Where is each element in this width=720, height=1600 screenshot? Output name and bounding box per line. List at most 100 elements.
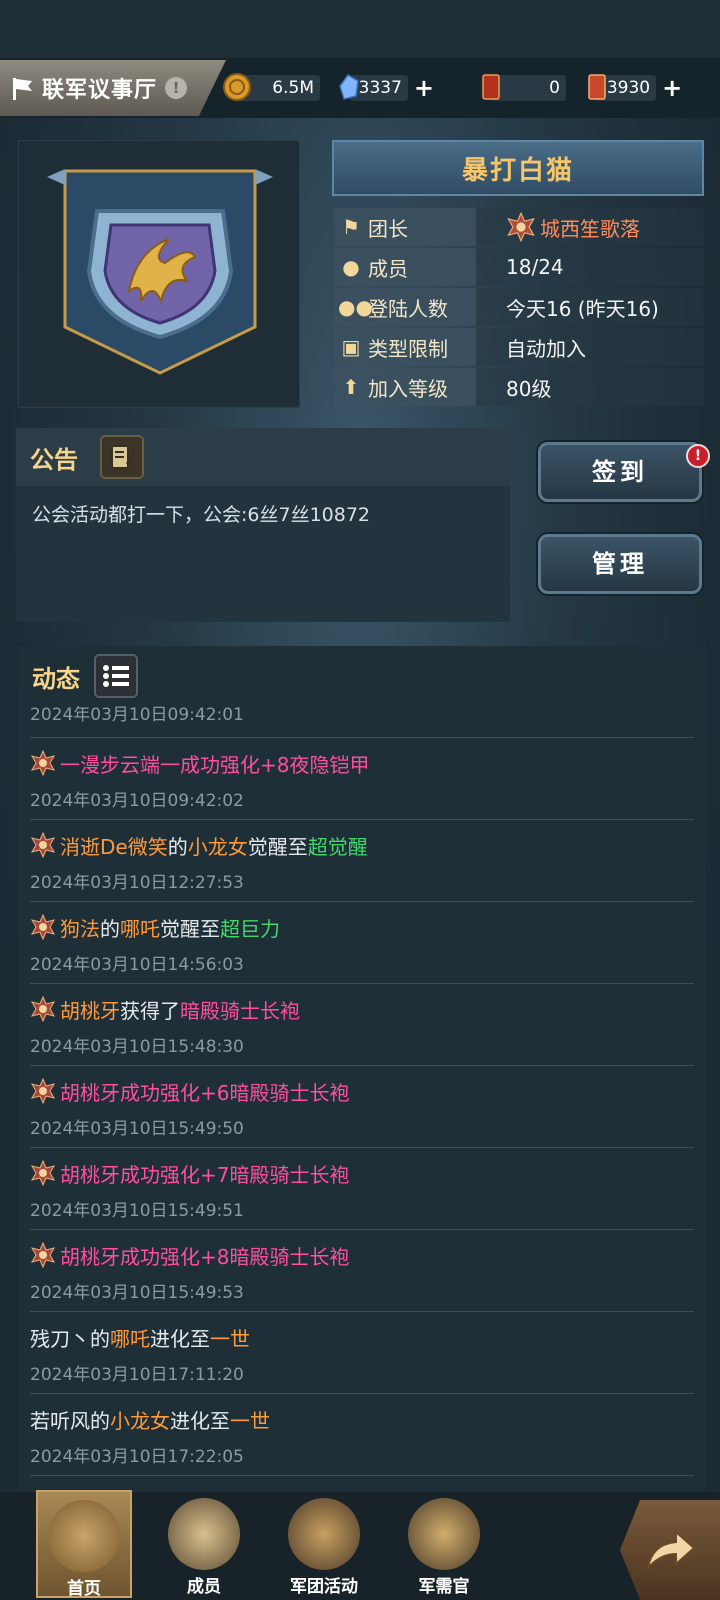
info-row-logins: ●● 登陆人数 今天16 (昨天16) [334,288,704,326]
manage-button[interactable]: 管理 [538,534,702,594]
leader-medal-icon [507,212,535,242]
feed-text-part: 超巨力 [220,916,280,941]
feed-message: 胡桃牙 获得了 暗殿骑士长袍 [30,994,694,1024]
feed-timestamp: 2024年03月10日15:48:30 [30,1037,244,1057]
feed-item: 若听风的 小龙女 进化至 一世 2024年03月10日17:22:05 [30,1394,694,1476]
feed-timestamp: 2024年03月10日15:49:51 [30,1201,244,1221]
rank-medal-icon [30,996,56,1022]
guild-emblem-icon [47,169,273,375]
feed-text-part: +7暗殿骑士长袍 [200,1162,350,1187]
resource-gold: 6.5M [223,73,320,102]
info-label: 加入等级 [368,376,448,401]
info-label: 类型限制 [368,336,448,361]
feed-text-part: 残刀丶的 [30,1326,110,1351]
activity-feed-panel[interactable]: 一漫步云端一成功强化+7夜隐铠甲2024年03月10日09:42:01一漫步云端… [18,646,706,1492]
star-badge-icon [288,1498,360,1570]
flag-icon: ⚑ [342,215,360,239]
guild-name: 暴打白猫 [461,155,574,186]
list-icon[interactable] [94,654,138,698]
arrow-up-icon: ⬆ [342,375,360,399]
people-icon: ●● [338,295,373,319]
notice-text: 公会活动都打一下，公会:6丝7丝10872 [32,504,371,526]
edit-notice-icon[interactable] [100,435,144,479]
leader-name[interactable]: 城西笙歌落 [506,212,640,242]
feed-text-part: 胡桃牙成功强化 [60,1162,200,1187]
nav-home[interactable]: 首页 [36,1490,132,1599]
leader-name-text: 城西笙歌落 [540,216,640,241]
feed-timestamp: 2024年03月10日15:49:50 [30,1119,244,1139]
feed-item: 胡桃牙成功强化 +7暗殿骑士长袍 2024年03月10日15:49:51 [30,1148,694,1230]
rank-medal-icon [30,1242,56,1268]
feed-item: 胡桃牙成功强化 +6暗殿骑士长袍 2024年03月10日15:49:50 [30,1066,694,1148]
page-title: 联军议事厅 [42,78,158,103]
resource-crystal: 3337 + [339,74,434,102]
info-value: 80级 [506,376,552,401]
red-card-icon [482,74,500,100]
notice-header: 公告 [16,428,510,486]
feed-timestamp: 2024年03月10日12:27:53 [30,873,244,893]
activity-feed-list[interactable]: 一漫步云端一成功强化+7夜隐铠甲2024年03月10日09:42:01一漫步云端… [30,674,694,1476]
resource-card-red: 0 [482,74,566,102]
rank-medal-icon [30,832,56,858]
feed-text-part: 胡桃牙 [60,998,120,1023]
feed-item: 胡桃牙成功强化 +8暗殿骑士长袍 2024年03月10日15:49:53 [30,1230,694,1312]
resource-card-red-value: 0 [549,78,560,98]
feed-message: 残刀丶的 哪吒 进化至 一世 [30,1322,694,1352]
notice-panel: 公告 公会活动都打一下，公会:6丝7丝10872 [16,428,510,622]
gold-coin-icon [223,73,251,101]
feed-text-part: 小龙女 [110,1408,170,1433]
feed-text-part: +6暗殿骑士长袍 [200,1080,350,1105]
feed-text-part: 觉醒至 [247,834,308,859]
feed-text-part: 获得了 [120,998,180,1023]
notice-title: 公告 [30,445,78,474]
info-warning-icon[interactable]: ! [165,77,188,99]
nav-label: 军团活动 [290,1577,358,1597]
feed-message: 消逝De微笑的小龙女 觉醒至 超觉醒 [30,830,694,860]
feed-text-part: +8夜隐铠甲 [260,752,370,777]
feed-text-part: 哪吒 [110,1326,150,1351]
feed-message: 若听风的 小龙女 进化至 一世 [30,1404,694,1434]
info-row-level: ⬆ 加入等级 80级 [334,368,704,406]
feed-text-part: 进化至 [150,1326,210,1351]
feed-text-part: 胡桃牙成功强化 [60,1080,200,1105]
feed-text-part: +8暗殿骑士长袍 [200,1244,350,1269]
feed-text-part: 哪吒 [120,916,160,941]
feed-text-part: 一漫步云端一成功强化 [60,752,260,777]
feed-text-part: 一世 [210,1326,250,1351]
feed-timestamp: 2024年03月10日17:11:20 [30,1365,244,1385]
feed-text-part: 若听风的 [30,1408,110,1433]
guild-info: ⚑ 团长 城西笙歌落 ● 成员 18/24 ●● 登陆人数 今天16 (昨天16… [334,208,704,408]
rank-medal-icon [30,750,56,776]
rank-medal-icon [30,1160,56,1186]
info-label: 团长 [368,216,408,241]
info-value: 今天16 (昨天16) [506,296,659,321]
feed-text-part: 小龙女 [187,834,248,859]
person-icon: ● [342,255,360,279]
feed-message: 胡桃牙成功强化 +6暗殿骑士长袍 [30,1076,694,1106]
rank-medal-icon [30,1078,56,1104]
nav-quartermaster[interactable]: 军需官 [396,1490,492,1598]
feed-text-part: 消逝De微笑 [60,834,168,859]
feed-text-part: 的 [167,834,188,859]
nav-label: 军需官 [418,1577,470,1597]
add-crystal-button[interactable]: + [414,74,434,102]
crystal-icon [339,74,359,100]
feed-timestamp: 2024年03月10日17:22:05 [30,1447,244,1467]
feed-text-part: 狗法 [60,916,100,941]
feed-header: 动态 [18,646,706,706]
resource-crystal-value: 3337 [358,78,402,98]
rank-medal-icon [30,914,56,940]
feed-title: 动态 [32,664,80,693]
lock-icon: ▣ [341,335,361,359]
feed-item: 狗法的哪吒 觉醒至 超巨力 2024年03月10日14:56:03 [30,902,694,984]
add-card-button[interactable]: + [662,74,682,102]
nav-legion-activity[interactable]: 军团活动 [276,1490,372,1598]
resource-card-orange: 63930 + [588,74,682,102]
alert-badge: ! [686,444,710,468]
feed-message: 一漫步云端一成功强化 +8夜隐铠甲 [30,748,694,778]
feed-item: 消逝De微笑的小龙女 觉醒至 超觉醒 2024年03月10日12:27:53 [30,820,694,902]
nav-members[interactable]: 成员 [156,1490,252,1598]
share-arrow-icon [646,1529,696,1572]
share-button[interactable] [620,1500,720,1600]
checkin-button[interactable]: 签到 [538,442,702,502]
